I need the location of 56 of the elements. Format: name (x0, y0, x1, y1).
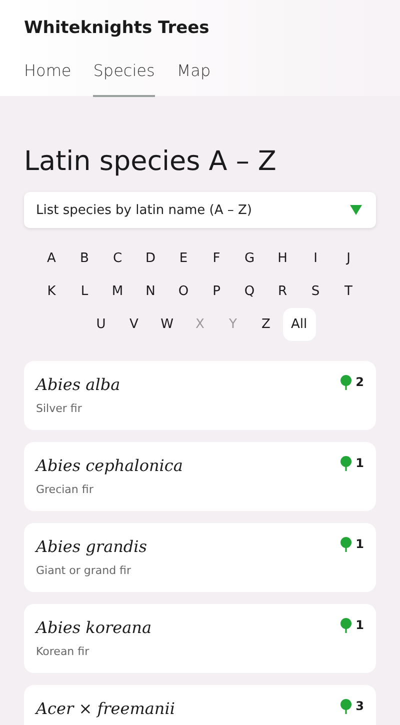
letter-filter[interactable]: R (266, 275, 299, 308)
letter-filter[interactable]: W (150, 308, 184, 342)
letter-filter[interactable]: O (167, 275, 200, 308)
latin-name: Abies grandis (36, 536, 147, 558)
species-card[interactable]: Abies cephalonica Grecian fir 1 (24, 442, 376, 512)
tree-icon (340, 698, 352, 714)
letter-filter[interactable]: K (35, 275, 68, 308)
site-title: Whiteknights Trees (24, 17, 210, 40)
common-name: Grecian fir (36, 482, 94, 498)
tree-icon (340, 536, 352, 552)
species-card[interactable]: Abies alba Silver fir 2 (24, 361, 376, 430)
dropdown-triangle-icon (350, 205, 362, 216)
letter-filter[interactable]: J (332, 242, 365, 276)
tree-count: 1 (356, 617, 364, 634)
tree-icon (340, 618, 352, 633)
letter-filter[interactable]: U (84, 308, 118, 342)
latin-name: Acer × freemanii (36, 698, 175, 720)
species-card[interactable]: Abies koreana Korean fir 1 (24, 604, 376, 674)
letter-filter[interactable]: Q (233, 275, 266, 308)
letter-filter[interactable]: C (101, 242, 134, 276)
letter-filter[interactable]: S (299, 275, 332, 308)
tree-count: 3 (356, 698, 364, 716)
tree-count: 1 (356, 455, 364, 472)
letter-filter[interactable]: A (35, 242, 68, 276)
letter-filter[interactable]: F (200, 242, 233, 276)
letter-filter[interactable]: I (299, 242, 332, 276)
letter-filter[interactable]: N (134, 275, 167, 308)
latin-name: Abies koreana (36, 617, 152, 640)
letter-filter[interactable]: P (200, 275, 233, 308)
page-heading: Latin species A – Z (24, 146, 276, 178)
latin-name: Abies alba (36, 374, 120, 396)
letter-filter[interactable]: Z (250, 308, 282, 342)
common-name: Korean fir (36, 644, 90, 660)
species-card[interactable]: Abies grandis Giant or grand fir 1 (24, 523, 376, 592)
letter-filter[interactable]: L (68, 275, 101, 308)
tree-icon (340, 456, 352, 471)
letter-filter[interactable]: M (101, 275, 134, 308)
letter-filter[interactable]: B (68, 242, 101, 276)
common-name: Giant or grand fir (36, 563, 131, 580)
tree-count: 1 (356, 536, 364, 554)
letter-filter[interactable]: T (332, 275, 365, 308)
species-card[interactable]: Acer × freemanii 3 (24, 685, 376, 725)
letter-filter[interactable]: H (266, 242, 299, 276)
letter-filter[interactable]: E (167, 242, 200, 276)
latin-name: Abies cephalonica (36, 455, 183, 478)
nav-tab[interactable]: Home (24, 56, 72, 96)
tree-icon (340, 374, 352, 390)
letter-filter[interactable]: V (118, 308, 150, 342)
tree-count: 2 (356, 374, 364, 392)
nav-tab[interactable]: Map (176, 56, 211, 96)
letter-filter[interactable]: G (233, 242, 266, 276)
common-name: Silver fir (36, 401, 82, 418)
sort-select[interactable]: List species by latin name (A – Z) (24, 192, 376, 228)
letter-filter[interactable]: D (134, 242, 167, 276)
nav-tab[interactable]: Species (93, 56, 155, 96)
letter-filter[interactable]: All (282, 308, 316, 342)
